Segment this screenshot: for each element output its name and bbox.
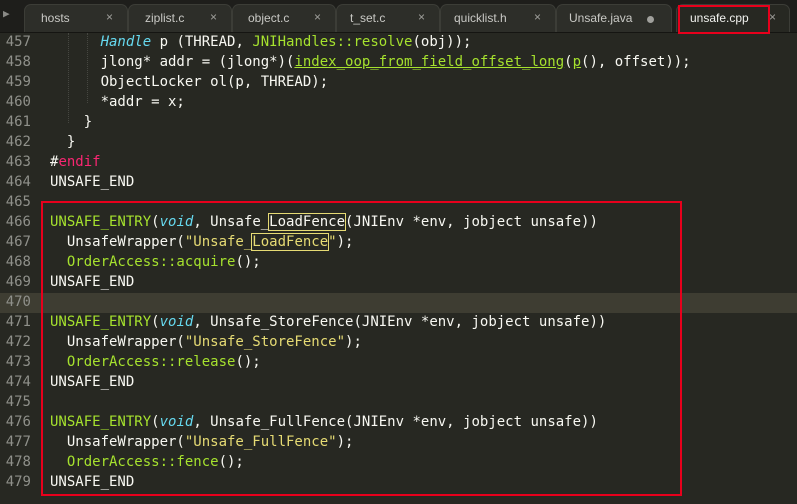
active-tab-annotation (678, 5, 770, 34)
line-number: 465 (5, 194, 31, 210)
close-icon[interactable]: × (769, 10, 776, 24)
line-number: 468 (5, 254, 31, 270)
code-function: p (572, 54, 582, 70)
code-directive: endif (58, 154, 101, 170)
tab-quicklist[interactable]: quicklist.h × (440, 4, 556, 32)
line-number: 459 (5, 74, 31, 90)
code-line-462: } (50, 134, 76, 150)
code-line-460: *addr = x; (50, 94, 185, 110)
tab-object[interactable]: object.c × (232, 4, 336, 32)
line-number: 470 (5, 294, 31, 310)
line-number: 460 (5, 94, 31, 110)
line-number: 478 (5, 454, 31, 470)
line-number: 471 (5, 314, 31, 330)
line-number: 472 (5, 334, 31, 350)
tab-hosts[interactable]: hosts × (24, 4, 128, 32)
close-icon[interactable]: × (418, 10, 425, 24)
tab-label: Unsafe.java (569, 11, 633, 25)
line-number: 474 (5, 374, 31, 390)
line-number: 466 (5, 214, 31, 230)
code-text: (obj)); (412, 34, 472, 50)
code-text: ( (564, 54, 573, 70)
code-line-459: ObjectLocker ol(p, THREAD); (50, 74, 329, 90)
code-line-457: Handle p (THREAD, JNIHandles::resolve(ob… (50, 34, 472, 50)
line-number: 457 (5, 34, 31, 50)
unsaved-dot-icon[interactable] (647, 16, 654, 23)
tab-t-set[interactable]: t_set.c × (336, 4, 440, 32)
line-number: 469 (5, 274, 31, 290)
fence-methods-annotation (41, 201, 682, 496)
code-function: JNIHandles::resolve (252, 34, 413, 50)
line-number: 476 (5, 414, 31, 430)
code-line-461: } (50, 114, 93, 130)
close-icon[interactable]: × (210, 10, 217, 24)
line-number: 462 (5, 134, 31, 150)
tab-label: t_set.c (350, 11, 386, 25)
tab-label: hosts (41, 11, 70, 25)
line-number: 463 (5, 154, 31, 170)
line-number: 477 (5, 434, 31, 450)
line-number: 464 (5, 174, 31, 190)
code-keyword: Handle (100, 34, 152, 50)
tab-label: quicklist.h (454, 11, 507, 25)
tab-label: ziplist.c (145, 11, 185, 25)
code-line-463: #endif (50, 154, 101, 170)
tab-unsafe-java[interactable]: Unsafe.java (556, 4, 672, 32)
line-number: 475 (5, 394, 31, 410)
line-number: 479 (5, 474, 31, 490)
tab-scroll-left-icon[interactable]: ▶ (3, 7, 10, 20)
line-number: 458 (5, 54, 31, 70)
tab-ziplist[interactable]: ziplist.c × (128, 4, 232, 32)
line-number: 461 (5, 114, 31, 130)
tab-label: object.c (248, 11, 290, 25)
code-function: index_oop_from_field_offset_long (294, 54, 565, 70)
code-text: (), offset)); (581, 54, 691, 70)
code-line-464: UNSAFE_END (50, 174, 135, 190)
close-icon[interactable]: × (534, 10, 541, 24)
line-number: 473 (5, 354, 31, 370)
line-number: 467 (5, 234, 31, 250)
code-text: p (THREAD, (151, 34, 253, 50)
close-icon[interactable]: × (314, 10, 321, 24)
code-line-458: jlong* addr = (jlong*)(index_oop_from_fi… (50, 54, 691, 70)
close-icon[interactable]: × (106, 10, 113, 24)
code-text: jlong* addr = (jlong*)( (50, 54, 295, 70)
